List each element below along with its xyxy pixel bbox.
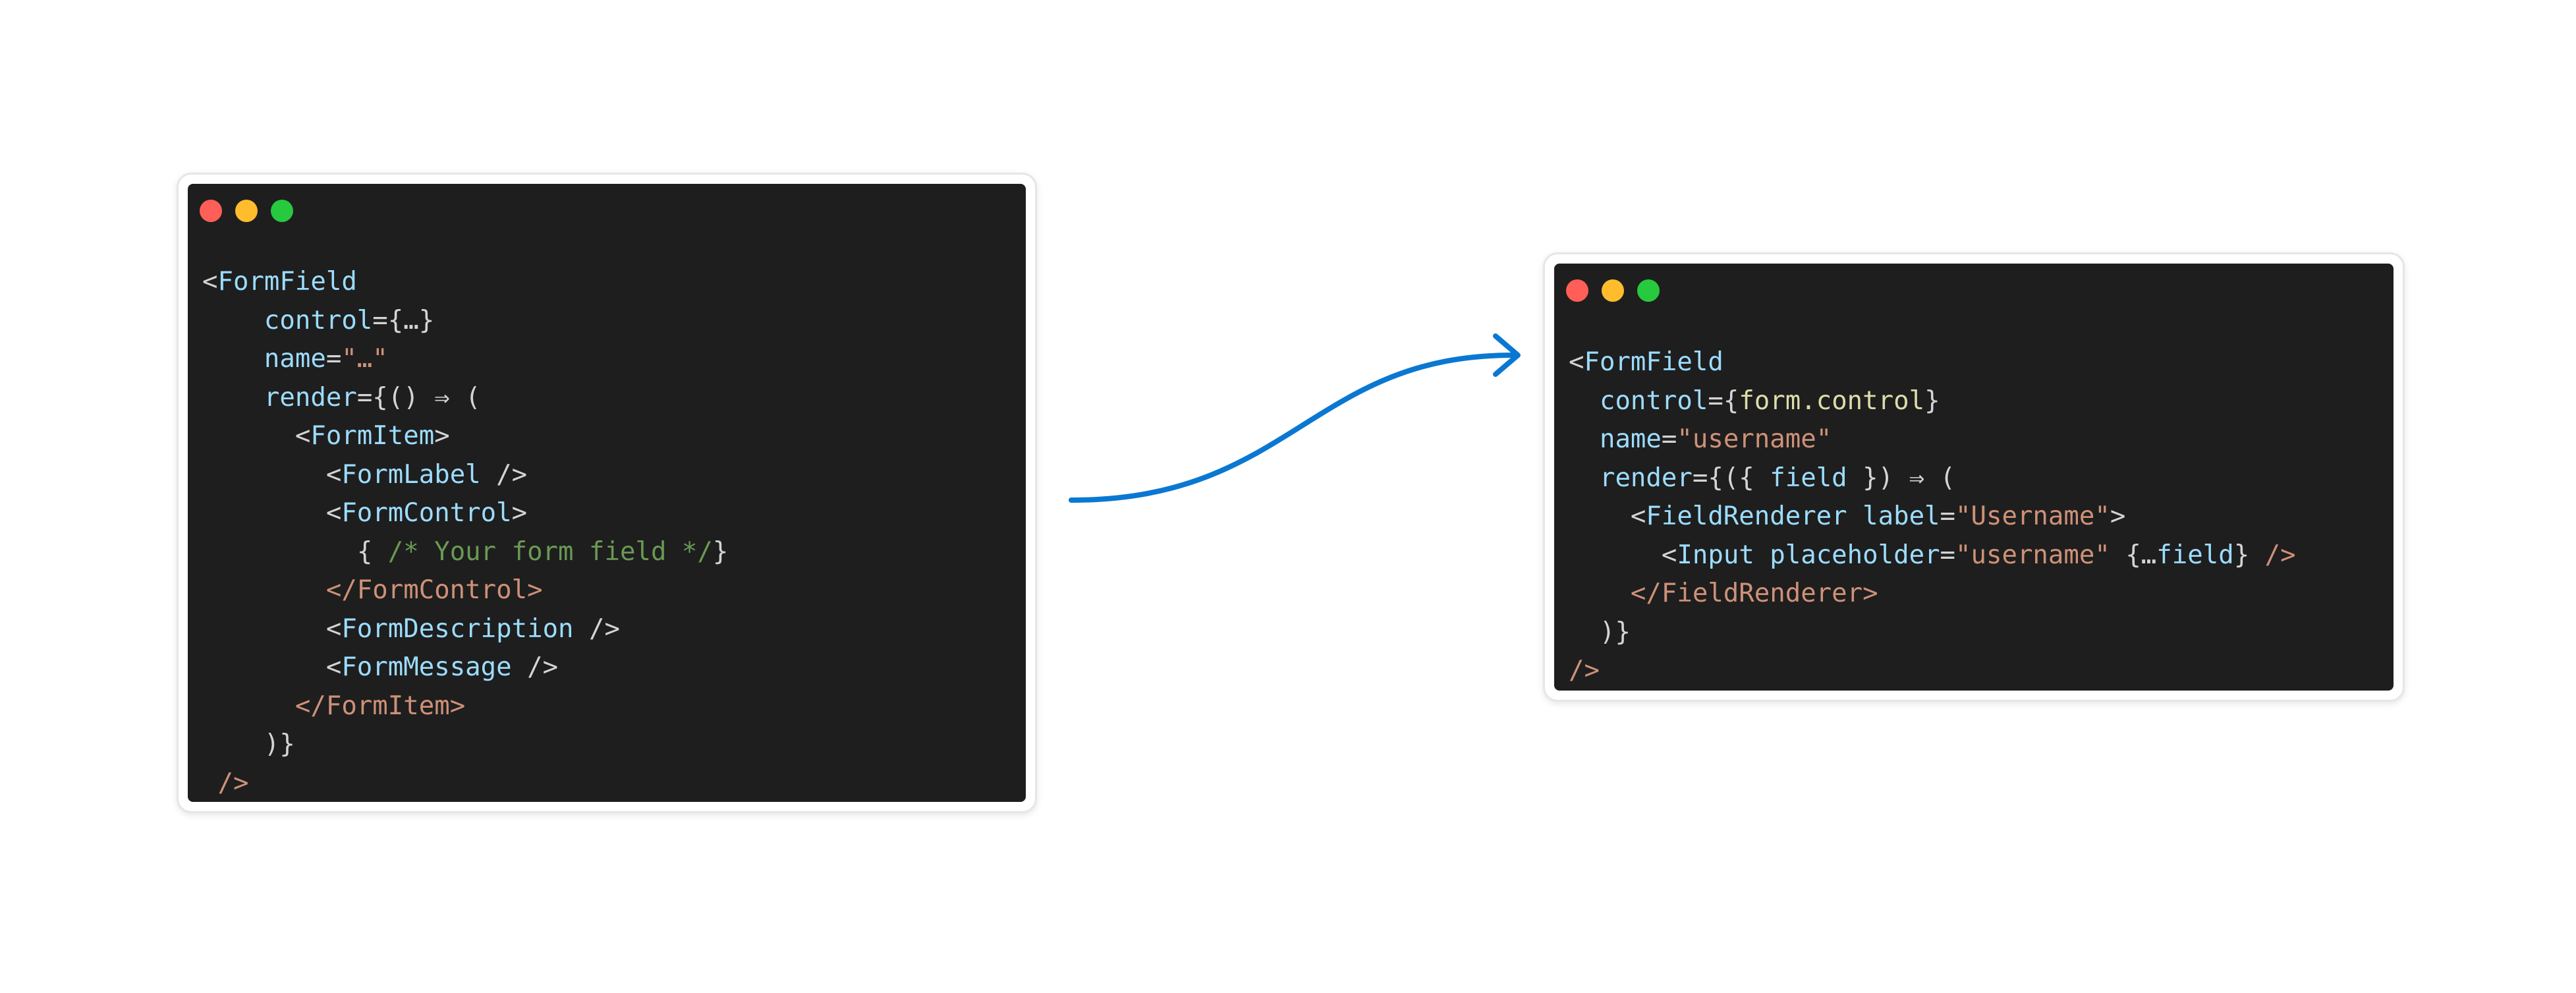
code-line: )} [1569, 613, 2296, 652]
code-token: > [2110, 501, 2126, 531]
code-line: </FieldRenderer> [1569, 575, 2296, 613]
code-line: /> [1569, 652, 2296, 691]
code-token: )} [1599, 617, 1631, 647]
close-dot-icon[interactable] [1566, 279, 1588, 302]
code-line: name="username" [1569, 420, 2296, 459]
code-token: < [1630, 501, 1646, 531]
code-token: } [1924, 385, 1940, 416]
right-code-panel: <FormField control={form.control} name="… [1554, 264, 2394, 691]
code-token: < [1569, 347, 1584, 377]
code-token: </FieldRenderer> [1630, 579, 1878, 608]
right-code-window: <FormField control={form.control} name="… [1543, 252, 2405, 702]
code-token: FieldRenderer [1646, 501, 1847, 531]
code-token: = [1661, 424, 1677, 454]
code-token: form.control [1739, 385, 1925, 416]
code-token: }) ⇒ ( [1847, 463, 1956, 493]
code-token: = [1940, 501, 1956, 531]
window-controls [1566, 279, 1660, 302]
code-line: render={({ field }) ⇒ ( [1569, 459, 2296, 498]
code-token: "username" [1677, 424, 1832, 454]
code-token: ={({ [1692, 463, 1770, 493]
code-token: label [1862, 501, 1940, 531]
arrow-curve [1069, 353, 1515, 503]
code-token: placeholder [1770, 540, 1940, 570]
code-token: field [2156, 540, 2234, 570]
code-token: "username" [1955, 540, 2110, 570]
code-line: <FormField [1569, 343, 2296, 382]
right-code-block: <FormField control={form.control} name="… [1569, 343, 2296, 691]
code-token: "Username" [1955, 501, 2110, 531]
code-line: <Input placeholder="username" {…field} /… [1569, 536, 2296, 575]
code-token: < [1661, 540, 1677, 570]
code-token: control [1599, 385, 1708, 416]
maximize-dot-icon[interactable] [1637, 279, 1660, 302]
code-token: /> [1569, 656, 1600, 685]
code-token: /> [2264, 540, 2296, 570]
minimize-dot-icon[interactable] [1602, 279, 1624, 302]
code-token: } [2233, 540, 2265, 570]
code-token: FormField [1584, 347, 1723, 377]
code-token: {… [2110, 540, 2157, 570]
code-line: <FieldRenderer label="Username"> [1569, 497, 2296, 536]
code-token: name [1599, 424, 1662, 454]
code-token: Input [1677, 540, 1754, 570]
code-token: render [1599, 463, 1693, 493]
code-token: ={ [1708, 385, 1739, 416]
code-line: control={form.control} [1569, 382, 2296, 421]
code-token: field [1770, 463, 1847, 493]
code-token: = [1940, 540, 1956, 570]
